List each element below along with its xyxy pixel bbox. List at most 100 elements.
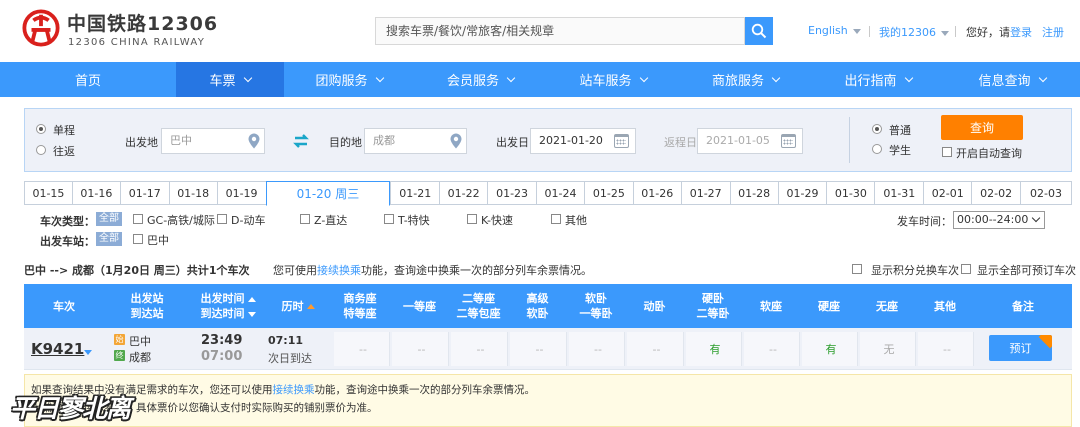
query-button[interactable]: 查询 xyxy=(941,115,1023,140)
search-input[interactable] xyxy=(376,18,744,44)
sort-asc-icon[interactable] xyxy=(247,296,256,302)
date-tab[interactable]: 01-26 xyxy=(632,181,681,205)
station-bazhong-checkbox[interactable] xyxy=(133,234,143,244)
date-tab[interactable]: 01-30 xyxy=(826,181,875,205)
date-tab[interactable]: 01-28 xyxy=(729,181,778,205)
depart-date-input[interactable]: 2021-01-20 xyxy=(530,128,636,154)
date-tab[interactable]: 01-25 xyxy=(583,181,633,205)
language-label: English xyxy=(808,24,848,37)
date-tab[interactable]: 01-31 xyxy=(874,181,924,205)
col-label: 特等座 xyxy=(343,307,377,320)
date-tab[interactable]: 01-23 xyxy=(487,181,537,205)
nav-item-business[interactable]: 商旅服务 xyxy=(679,62,812,97)
type-z-checkbox[interactable] xyxy=(300,214,310,224)
col-label: 到达时间 xyxy=(200,307,245,320)
query-form: 单程 往返 出发地 巴中 目的地 成都 出发日 2021-01-20 返程日 2… xyxy=(24,108,1072,172)
type-other-checkbox[interactable] xyxy=(551,214,561,224)
date-tab[interactable]: 01-16 xyxy=(71,181,120,205)
seat-second-class: -- xyxy=(476,342,485,356)
nav-item-tickets[interactable]: 车票 xyxy=(176,62,284,97)
date-tab[interactable]: 01-17 xyxy=(119,181,169,205)
calendar-icon[interactable] xyxy=(614,134,629,148)
seat-hard-sleeper[interactable]: 有 xyxy=(686,328,744,370)
date-tab[interactable]: 01-21 xyxy=(390,181,440,205)
col-label: 无座 xyxy=(876,299,898,313)
col-label: 硬卧 xyxy=(702,292,724,305)
roundtrip-radio[interactable] xyxy=(36,145,46,155)
from-station-input[interactable]: 巴中 xyxy=(161,128,265,154)
type-t-checkbox[interactable] xyxy=(384,214,394,224)
to-station-input[interactable]: 成都 xyxy=(364,128,467,154)
type-z-label: Z-直达 xyxy=(314,214,348,227)
date-tab[interactable]: 01-22 xyxy=(439,181,488,205)
date-tab[interactable]: 01-19 xyxy=(216,181,266,205)
chevron-down-icon[interactable] xyxy=(84,350,92,355)
seat-soft-sleeper: -- xyxy=(594,342,602,356)
book-button[interactable]: 预订 xyxy=(989,335,1052,361)
book-label: 预订 xyxy=(1009,342,1032,355)
date-tab[interactable]: 01-24 xyxy=(536,181,584,205)
date-tab[interactable]: 02-01 xyxy=(923,181,972,205)
student-ticket-radio[interactable] xyxy=(872,144,882,154)
arrive-day: 次日到达 xyxy=(268,352,312,365)
type-gc-checkbox[interactable] xyxy=(133,214,143,224)
col-duration[interactable]: 历时 xyxy=(266,284,330,328)
register-link[interactable]: 注册 xyxy=(1042,24,1064,40)
oneway-radio[interactable] xyxy=(36,124,46,134)
seat-hard-seat[interactable]: 有 xyxy=(802,328,860,370)
col-label: 硬座 xyxy=(818,299,840,313)
login-link[interactable]: 登录 xyxy=(1010,26,1032,39)
type-d-label: D-动车 xyxy=(231,214,266,227)
col-label: 出发时间 xyxy=(200,292,245,305)
search-button[interactable] xyxy=(745,17,773,45)
swap-stations-icon[interactable] xyxy=(293,134,309,148)
station-all-toggle[interactable]: 全部 xyxy=(96,232,122,246)
train-type-all-toggle[interactable]: 全部 xyxy=(96,212,122,226)
nav-item-home[interactable]: 首页 xyxy=(0,62,176,97)
date-tab[interactable]: 01-27 xyxy=(680,181,730,205)
railway-logo-icon[interactable] xyxy=(22,9,60,47)
train-number-link[interactable]: K9421 xyxy=(31,340,84,358)
nav-item-station[interactable]: 站车服务 xyxy=(547,62,679,97)
col-label: 到达站 xyxy=(130,307,164,320)
start-station-badge: 始 xyxy=(114,334,125,345)
depart-time-select[interactable]: 00:00--24:00 xyxy=(953,211,1045,229)
date-tab[interactable]: 01-15 xyxy=(24,181,72,205)
type-k-checkbox[interactable] xyxy=(467,214,477,224)
col-hard-sleeper: 硬卧 二等卧 xyxy=(684,284,742,328)
col-label: 商务座 xyxy=(343,292,377,305)
transfer-link[interactable]: 接续换乘 xyxy=(317,264,361,277)
auto-query-checkbox[interactable] xyxy=(942,147,952,157)
sort-asc-icon[interactable] xyxy=(306,304,315,309)
date-tab[interactable]: 02-03 xyxy=(1020,181,1072,205)
my-12306-menu[interactable]: 我的12306 xyxy=(879,24,949,40)
show-all-checkbox[interactable] xyxy=(961,264,971,274)
calendar-icon[interactable] xyxy=(781,134,796,148)
result-summary: 巴中 --> 成都（1月20日 周三）共计1个车次 xyxy=(24,262,249,278)
return-date-input[interactable]: 2021-01-05 xyxy=(697,128,803,154)
col-times[interactable]: 出发时间 到达时间 xyxy=(190,284,266,328)
to-station-value: 成都 xyxy=(373,134,395,147)
nav-item-guide[interactable]: 出行指南 xyxy=(812,62,944,97)
date-tab-active[interactable]: 01-20 周三 xyxy=(265,181,391,206)
date-tab[interactable]: 01-18 xyxy=(168,181,217,205)
notice-transfer-link[interactable]: 接续换乘 xyxy=(273,384,315,396)
nav-label: 车票 xyxy=(209,74,236,89)
nav-label: 站车服务 xyxy=(579,74,632,89)
nav-item-info[interactable]: 信息查询 xyxy=(944,62,1080,97)
nav-item-group[interactable]: 团购服务 xyxy=(284,62,414,97)
language-selector[interactable]: English xyxy=(808,24,861,37)
col-label: 软座 xyxy=(760,299,782,313)
auto-query-label: 开启自动查询 xyxy=(956,147,1022,160)
chevron-down-icon xyxy=(904,73,913,82)
sort-desc-icon[interactable] xyxy=(247,311,256,317)
date-tab[interactable]: 01-29 xyxy=(777,181,827,205)
show-points-checkbox[interactable] xyxy=(852,264,862,274)
type-d-checkbox[interactable] xyxy=(217,214,227,224)
col-label: 一等卧 xyxy=(579,307,613,320)
route-text: 巴中 --> 成都（1月20日 周三）共计 xyxy=(24,264,209,277)
nav-item-member[interactable]: 会员服务 xyxy=(414,62,547,97)
normal-ticket-radio[interactable] xyxy=(872,124,882,134)
date-tab[interactable]: 02-02 xyxy=(971,181,1021,205)
col-label-line: 到达时间 xyxy=(201,306,256,321)
